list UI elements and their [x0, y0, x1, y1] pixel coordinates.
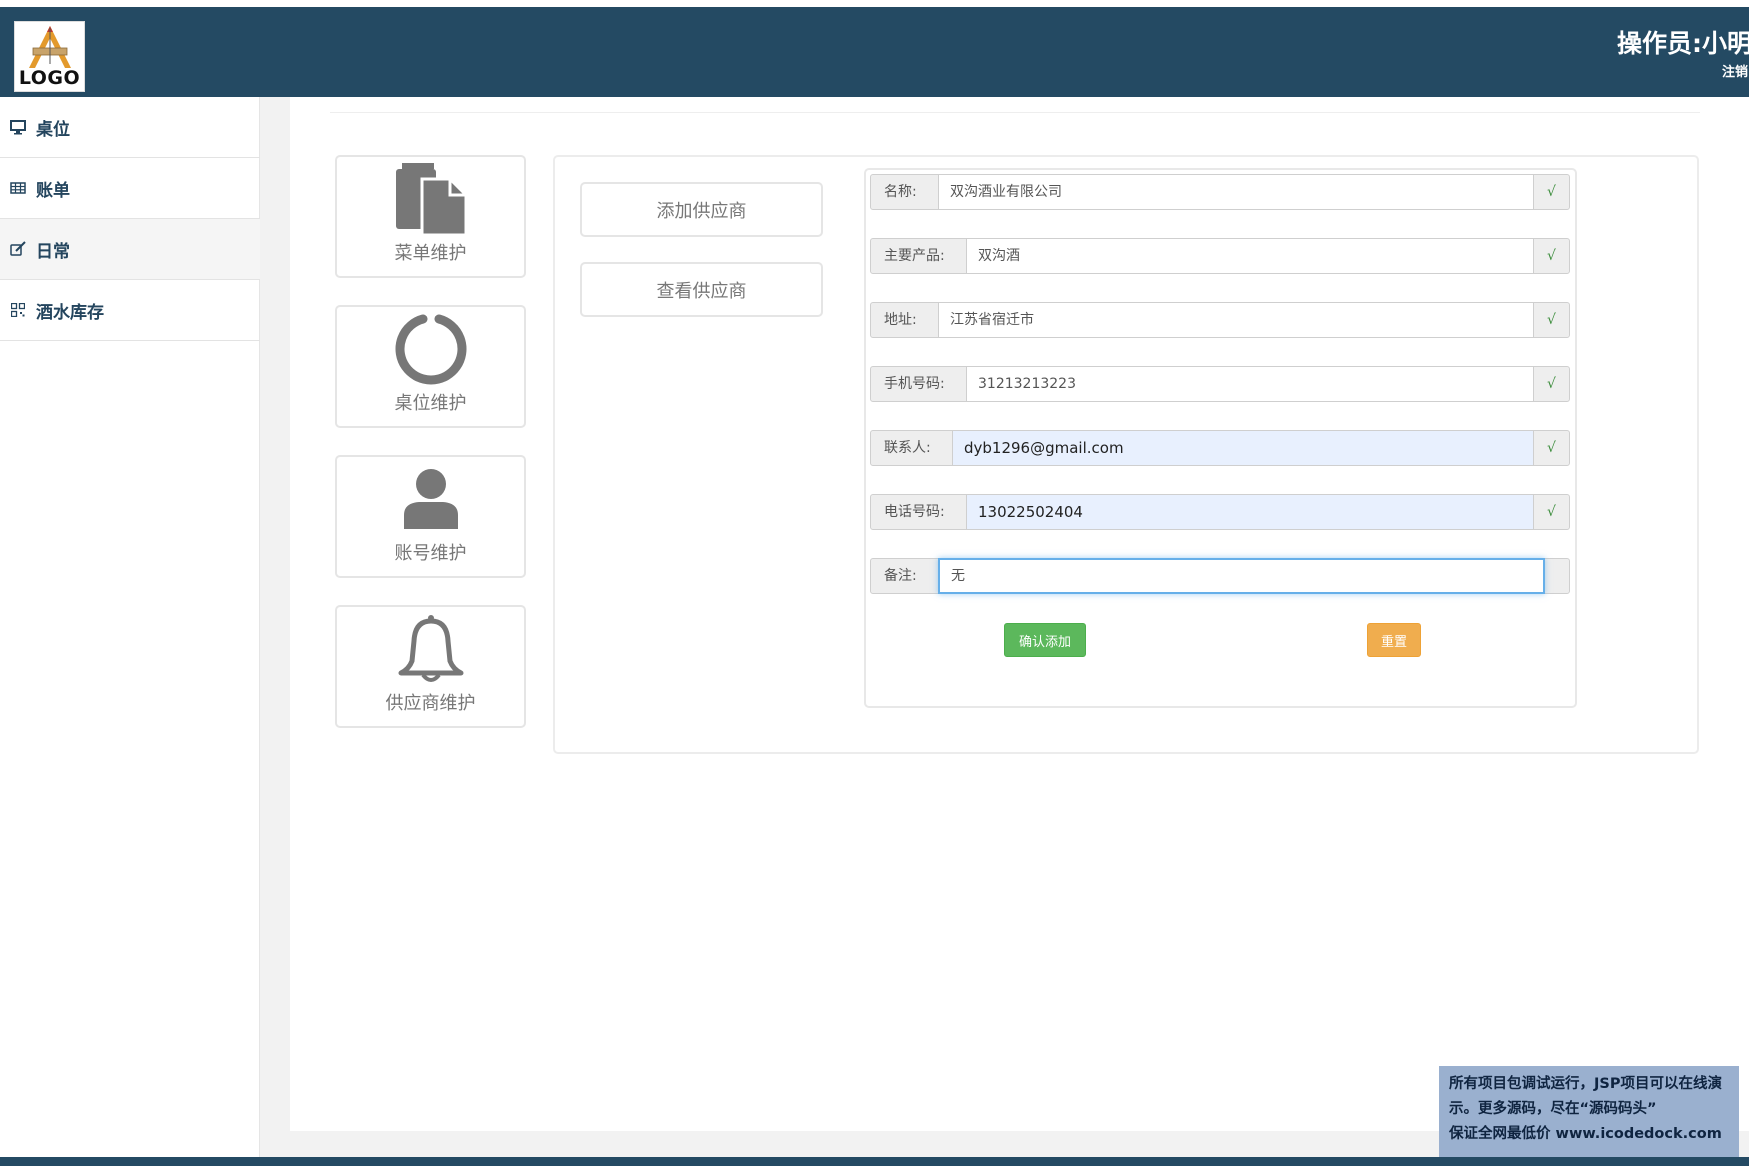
qrcode-icon — [10, 302, 26, 318]
field-label: 地址: — [884, 312, 917, 328]
form-row-mobile: 手机号码: 31213213223 √ — [870, 366, 1570, 402]
field-label: 主要产品: — [884, 248, 945, 264]
user-icon — [403, 469, 458, 529]
field-label: 手机号码: — [884, 376, 945, 392]
table-icon — [10, 180, 26, 196]
name-field[interactable]: 双沟酒业有限公司 — [938, 175, 1534, 209]
confirm-add-button[interactable]: 确认添加 — [1004, 623, 1086, 657]
logo-icon — [29, 26, 71, 68]
phone-field[interactable]: 13022502404 — [966, 495, 1534, 529]
sidebar-item-bill[interactable]: 账单 — [0, 158, 260, 219]
header-bar: LOGO 操作员:小明 注销 — [0, 7, 1749, 97]
view-supplier-button[interactable]: 查看供应商 — [580, 262, 823, 317]
edit-icon — [10, 241, 26, 257]
sidebar-item-label: 酒水库存 — [36, 302, 104, 323]
field-label: 电话号码: — [884, 504, 945, 520]
circle-icon — [395, 314, 466, 385]
form-row-main-product: 主要产品: 双沟酒 √ — [870, 238, 1570, 274]
contact-field[interactable]: dyb1296@gmail.com — [952, 431, 1534, 465]
sidebar: 桌位 账单 日常 酒水库存 — [0, 97, 260, 1157]
valid-check-icon: √ — [1547, 184, 1556, 200]
divider — [330, 112, 1700, 113]
field-label: 联系人: — [884, 440, 931, 456]
form-row-remark: 备注: 无 — [870, 558, 1570, 594]
tile-label: 供应商维护 — [385, 693, 476, 714]
tile-label: 桌位维护 — [394, 393, 467, 414]
valid-check-icon: √ — [1547, 312, 1556, 328]
address-field[interactable]: 江苏省宿迁市 — [938, 303, 1534, 337]
field-label: 备注: — [884, 568, 917, 584]
logout-link[interactable]: 注销 — [1722, 61, 1748, 80]
footer-bar — [0, 1157, 1749, 1166]
logo: LOGO — [14, 21, 85, 92]
watermark-line: 示。更多源码，尽在“源码码头” — [1449, 1101, 1657, 1117]
field-label: 名称: — [884, 184, 917, 200]
top-strip — [0, 0, 1749, 7]
mobile-field[interactable]: 31213213223 — [966, 367, 1534, 401]
bell-icon — [398, 615, 463, 682]
sidebar-item-label: 日常 — [36, 241, 70, 262]
tile-account-maintenance[interactable]: 账号维护 — [335, 455, 526, 578]
tile-supplier-maintenance[interactable]: 供应商维护 — [335, 605, 526, 728]
valid-check-icon: √ — [1547, 504, 1556, 520]
logo-text: LOGO — [18, 67, 81, 89]
watermark-banner: 所有项目包调试运行，JSP项目可以在线演 示。更多源码，尽在“源码码头” 保证全… — [1439, 1066, 1739, 1157]
form-row-contact: 联系人: dyb1296@gmail.com √ — [870, 430, 1570, 466]
sidebar-item-label: 桌位 — [36, 119, 70, 140]
watermark-line: 保证全网最低价 www.icodedock.com — [1449, 1126, 1722, 1142]
tile-label: 菜单维护 — [394, 243, 467, 264]
valid-check-icon: √ — [1547, 248, 1556, 264]
monitor-icon — [10, 119, 26, 135]
form-row-address: 地址: 江苏省宿迁市 √ — [870, 302, 1570, 338]
add-supplier-button[interactable]: 添加供应商 — [580, 182, 823, 237]
remark-field[interactable]: 无 — [938, 558, 1545, 594]
copy-icon — [395, 163, 467, 235]
valid-check-icon: √ — [1547, 440, 1556, 456]
watermark-line: 所有项目包调试运行，JSP项目可以在线演 — [1449, 1076, 1722, 1092]
tile-label: 账号维护 — [394, 543, 467, 564]
form-row-phone: 电话号码: 13022502404 √ — [870, 494, 1570, 530]
valid-check-icon: √ — [1547, 376, 1556, 392]
sidebar-item-wine-stock[interactable]: 酒水库存 — [0, 280, 260, 341]
tile-menu-maintenance[interactable]: 菜单维护 — [335, 155, 526, 278]
operator-label: 操作员:小明 — [1617, 29, 1749, 58]
tile-desk-maintenance[interactable]: 桌位维护 — [335, 305, 526, 428]
reset-button[interactable]: 重置 — [1367, 623, 1421, 657]
form-row-name: 名称: 双沟酒业有限公司 √ — [870, 174, 1570, 210]
sidebar-item-daily[interactable]: 日常 — [0, 219, 260, 280]
sidebar-item-desk[interactable]: 桌位 — [0, 97, 260, 158]
sidebar-item-label: 账单 — [36, 180, 70, 201]
main-product-field[interactable]: 双沟酒 — [966, 239, 1534, 273]
